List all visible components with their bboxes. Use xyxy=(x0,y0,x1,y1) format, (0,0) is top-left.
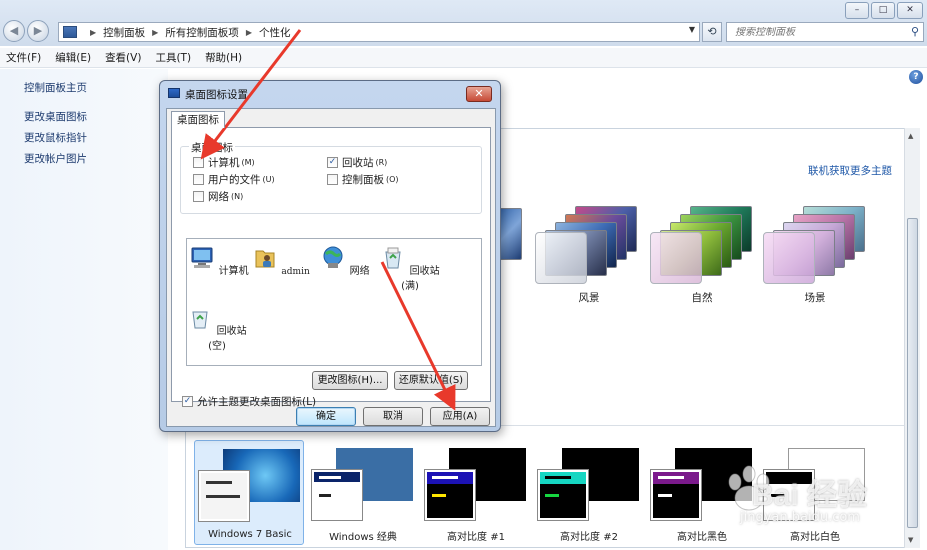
menu-bar: 文件(F) 编辑(E) 查看(V) 工具(T) 帮助(H) xyxy=(0,48,927,68)
theme-label-high-contrast-2: 高对比度 #2 xyxy=(560,532,618,543)
menu-tools[interactable]: 工具(T) xyxy=(155,50,191,65)
checkbox-box-checked[interactable]: ✓ xyxy=(327,157,338,168)
theme-landscape[interactable] xyxy=(535,200,639,292)
cancel-button[interactable]: 取消 xyxy=(363,407,423,426)
checkbox-box[interactable] xyxy=(193,157,204,168)
checkbox-recycle-bin[interactable]: ✓ 回收站 (R) xyxy=(327,155,387,170)
back-button[interactable]: ◀ xyxy=(3,20,25,42)
breadcrumb-control-panel[interactable]: 控制面板 xyxy=(103,25,145,40)
watermark-brand: Bai 经验 xyxy=(752,479,868,512)
checkbox-allow-themes[interactable]: ✓ 允许主题更改桌面图标(L) xyxy=(182,394,316,409)
theme-label-landscape: 风景 xyxy=(578,292,600,304)
theme-label-high-contrast-1: 高对比度 #1 xyxy=(447,532,505,543)
checkbox-user-files[interactable]: 用户的文件 (U) xyxy=(193,172,275,187)
theme-label-nature: 自然 xyxy=(691,292,713,304)
checkbox-network[interactable]: 网络 (N) xyxy=(193,189,243,204)
checkbox-control-panel[interactable]: 控制面板 (O) xyxy=(327,172,399,187)
dialog-body: 桌面图标 桌面图标 计算机 (M) ✓ 回收站 (R) 用户的文件 (U) 控制… xyxy=(166,108,496,427)
search-box[interactable]: ⚲ xyxy=(726,22,924,42)
theme-scrollbar[interactable]: ▲ ▼ xyxy=(904,128,920,548)
change-icon-button[interactable]: 更改图标(H)... xyxy=(312,371,388,390)
watermark-url: jingyan.baidu.com xyxy=(740,510,860,525)
get-more-themes-link[interactable]: 联机获取更多主题 xyxy=(808,163,892,178)
desktop-icon-settings-dialog: 桌面图标设置 ✕ 桌面图标 桌面图标 计算机 (M) ✓ 回收站 (R) 用户的… xyxy=(159,80,501,432)
forward-button[interactable]: ▶ xyxy=(27,20,49,42)
sidebar: 控制面板主页 更改桌面图标 更改鼠标指针 更改帐户图片 xyxy=(0,69,168,550)
menu-file[interactable]: 文件(F) xyxy=(6,50,41,65)
apply-button[interactable]: 应用(A) xyxy=(430,407,490,426)
checkbox-box[interactable] xyxy=(327,174,338,185)
scroll-up-icon[interactable]: ▲ xyxy=(908,132,913,140)
theme-label-scenes: 场景 xyxy=(804,292,826,304)
checkbox-box-checked[interactable]: ✓ xyxy=(182,396,193,407)
help-icon[interactable]: ? xyxy=(909,70,923,84)
title-bar: – □ ✕ ◀ ▶ ▶ 控制面板 ▶ 所有控制面板项 ▶ 个性化 ▼ ⟲ ⚲ xyxy=(0,0,927,46)
network-icon xyxy=(323,246,343,268)
checkbox-box[interactable] xyxy=(193,174,204,185)
window-controls: – □ ✕ xyxy=(845,2,923,19)
group-label: 桌面图标 xyxy=(189,140,235,155)
breadcrumb-separator-icon[interactable]: ▶ xyxy=(152,28,158,37)
icon-item-recycle-empty[interactable]: 回收站(空) xyxy=(187,305,247,352)
icon-list: 计算机 admin 网络 回收站(满) 回收站(空) xyxy=(186,238,482,366)
address-bar[interactable]: ▶ 控制面板 ▶ 所有控制面板项 ▶ 个性化 ▼ xyxy=(58,22,700,42)
menu-help[interactable]: 帮助(H) xyxy=(205,50,242,65)
computer-icon xyxy=(191,247,213,268)
menu-edit[interactable]: 编辑(E) xyxy=(55,50,91,65)
breadcrumb-separator-icon[interactable]: ▶ xyxy=(246,28,252,37)
checkbox-computer[interactable]: 计算机 (M) xyxy=(193,155,255,170)
search-input[interactable] xyxy=(735,26,900,38)
dialog-close-button[interactable]: ✕ xyxy=(466,86,492,102)
theme-nature[interactable] xyxy=(650,200,754,292)
menu-view[interactable]: 查看(V) xyxy=(105,50,141,65)
ok-button[interactable]: 确定 xyxy=(296,407,356,426)
search-icon[interactable]: ⚲ xyxy=(911,25,919,38)
theme-label-windows7-basic: Windows 7 Basic xyxy=(208,529,292,540)
theme-windows-classic[interactable]: Windows 经典 xyxy=(308,440,418,545)
recycle-bin-full-icon xyxy=(385,247,401,269)
sidebar-item-home[interactable]: 控制面板主页 xyxy=(24,80,87,95)
minimize-button[interactable]: – xyxy=(845,2,869,19)
recycle-bin-empty-icon xyxy=(192,311,208,329)
sidebar-item-desktop-icons[interactable]: 更改桌面图标 xyxy=(24,109,87,124)
chevron-down-icon[interactable]: ▼ xyxy=(689,25,695,34)
breadcrumb-personalization[interactable]: 个性化 xyxy=(259,25,291,40)
theme-high-contrast-2[interactable]: 高对比度 #2 xyxy=(534,440,644,545)
restore-default-button[interactable]: 还原默认值(S) xyxy=(394,371,468,390)
tab-page: 桌面图标 计算机 (M) ✓ 回收站 (R) 用户的文件 (U) 控制面板 (O… xyxy=(171,127,491,408)
close-button[interactable]: ✕ xyxy=(897,2,923,19)
theme-high-contrast-1[interactable]: 高对比度 #1 xyxy=(421,440,531,545)
checkbox-box[interactable] xyxy=(193,191,204,202)
dialog-title: 桌面图标设置 xyxy=(185,89,248,101)
sidebar-item-mouse-pointer[interactable]: 更改鼠标指针 xyxy=(24,130,87,145)
refresh-button[interactable]: ⟲ xyxy=(702,22,722,42)
scroll-down-icon[interactable]: ▼ xyxy=(908,536,913,544)
user-folder-icon xyxy=(255,250,275,268)
maximize-button[interactable]: □ xyxy=(871,2,895,19)
theme-scenes[interactable] xyxy=(763,200,867,292)
theme-windows7-basic[interactable]: Windows 7 Basic xyxy=(194,440,304,545)
control-panel-icon xyxy=(63,26,77,38)
theme-label-windows-classic: Windows 经典 xyxy=(329,532,397,543)
icon-item-computer[interactable]: 计算机 xyxy=(189,245,249,277)
scroll-thumb[interactable] xyxy=(907,218,918,528)
icon-item-network[interactable]: 网络 xyxy=(315,245,375,277)
sidebar-item-account-picture[interactable]: 更改帐户图片 xyxy=(24,151,87,166)
desktop-icons-group: 桌面图标 计算机 (M) ✓ 回收站 (R) 用户的文件 (U) 控制面板 (O… xyxy=(180,140,482,214)
breadcrumb-all-items[interactable]: 所有控制面板项 xyxy=(165,25,239,40)
icon-item-recycle-full[interactable]: 回收站(满) xyxy=(375,245,445,292)
breadcrumb-separator-icon[interactable]: ▶ xyxy=(90,28,96,37)
desktop-icon xyxy=(168,88,180,98)
icon-item-admin[interactable]: admin xyxy=(251,245,311,277)
tab-desktop-icons[interactable]: 桌面图标 xyxy=(171,111,225,128)
